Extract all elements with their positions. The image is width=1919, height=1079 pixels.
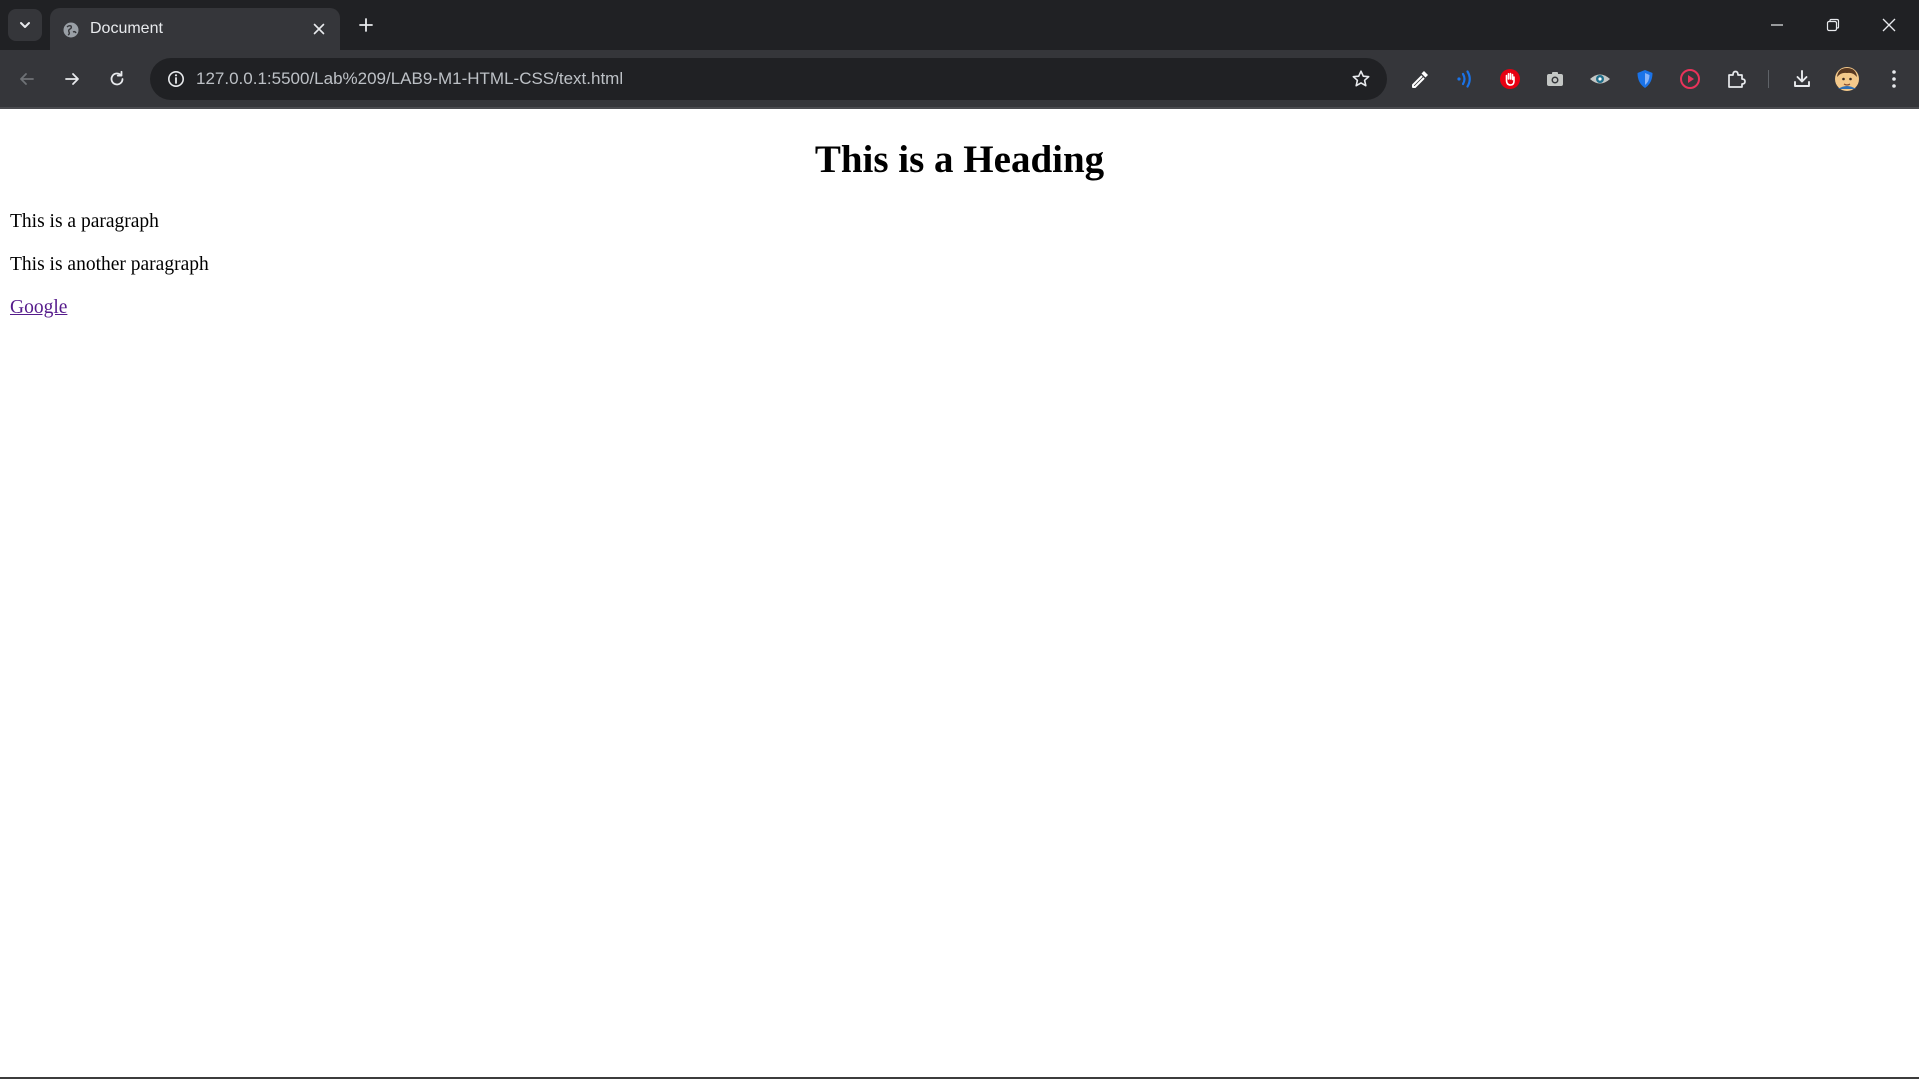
chrome-menu-button[interactable] (1878, 63, 1910, 95)
record-extension[interactable] (1674, 63, 1706, 95)
back-button[interactable] (9, 61, 45, 97)
tab-title: Document (90, 20, 163, 37)
tab-search-button[interactable] (8, 9, 42, 41)
bookmark-button[interactable] (1345, 63, 1377, 95)
hand-stop-icon (1500, 69, 1520, 89)
wave-extension[interactable] (1449, 63, 1481, 95)
info-icon (168, 71, 184, 87)
browser-window: Document 127.0.0.1:5500/Lab%209/LAB9-M1-… (0, 0, 1919, 1079)
wave-icon (1457, 70, 1471, 88)
minimize-button[interactable] (1749, 0, 1805, 50)
tab-document[interactable]: Document (50, 8, 340, 50)
close-icon (1882, 18, 1896, 32)
eye-icon (1590, 74, 1610, 84)
toolbar-separator (1768, 70, 1769, 88)
restore-icon (1826, 18, 1840, 32)
eye-extension[interactable] (1584, 63, 1616, 95)
shield-icon (1637, 70, 1653, 88)
download-icon (1794, 70, 1810, 87)
reload-button[interactable] (99, 61, 135, 97)
restore-button[interactable] (1805, 0, 1861, 50)
puzzle-icon (1728, 70, 1746, 88)
shield-extension[interactable] (1629, 63, 1661, 95)
new-tab-button[interactable] (350, 9, 382, 41)
star-icon (1352, 70, 1370, 87)
google-link[interactable]: Google (10, 296, 67, 320)
arrow-left-icon (20, 73, 34, 85)
paragraph-1: This is a paragraph (10, 211, 159, 232)
tab-close-button[interactable] (308, 18, 330, 40)
page-heading: This is a Heading (814, 138, 1105, 181)
globe-icon (63, 22, 79, 38)
site-info-button[interactable] (160, 63, 192, 95)
close-icon (313, 23, 325, 35)
downloads-button[interactable] (1786, 63, 1818, 95)
window-close-button[interactable] (1861, 0, 1917, 50)
chevron-down-icon (20, 22, 30, 28)
browser-toolbar: 127.0.0.1:5500/Lab%209/LAB9-M1-HTML-CSS/… (0, 50, 1919, 108)
page-viewport: This is a Heading This is a paragraph Th… (0, 109, 1919, 1079)
camera-extension[interactable] (1539, 63, 1571, 95)
eyedropper-icon (1412, 71, 1428, 88)
extensions-button[interactable] (1720, 63, 1752, 95)
url-text: 127.0.0.1:5500/Lab%209/LAB9-M1-HTML-CSS/… (196, 69, 624, 88)
address-bar[interactable]: 127.0.0.1:5500/Lab%209/LAB9-M1-HTML-CSS/… (150, 58, 1387, 100)
reload-icon (110, 70, 124, 86)
eyedropper-extension[interactable] (1404, 63, 1436, 95)
minimize-icon (1771, 24, 1783, 26)
play-record-icon (1680, 69, 1700, 89)
hand-stop-extension[interactable] (1494, 63, 1526, 95)
plus-icon (359, 18, 373, 32)
paragraph-2: This is another paragraph (10, 254, 209, 275)
tab-strip: Document (0, 0, 1919, 50)
avatar-icon (1835, 67, 1859, 91)
camera-icon (1547, 72, 1563, 86)
kebab-menu-icon (1892, 70, 1896, 88)
arrow-right-icon (65, 73, 79, 85)
forward-button[interactable] (54, 61, 90, 97)
profile-avatar[interactable] (1831, 63, 1863, 95)
